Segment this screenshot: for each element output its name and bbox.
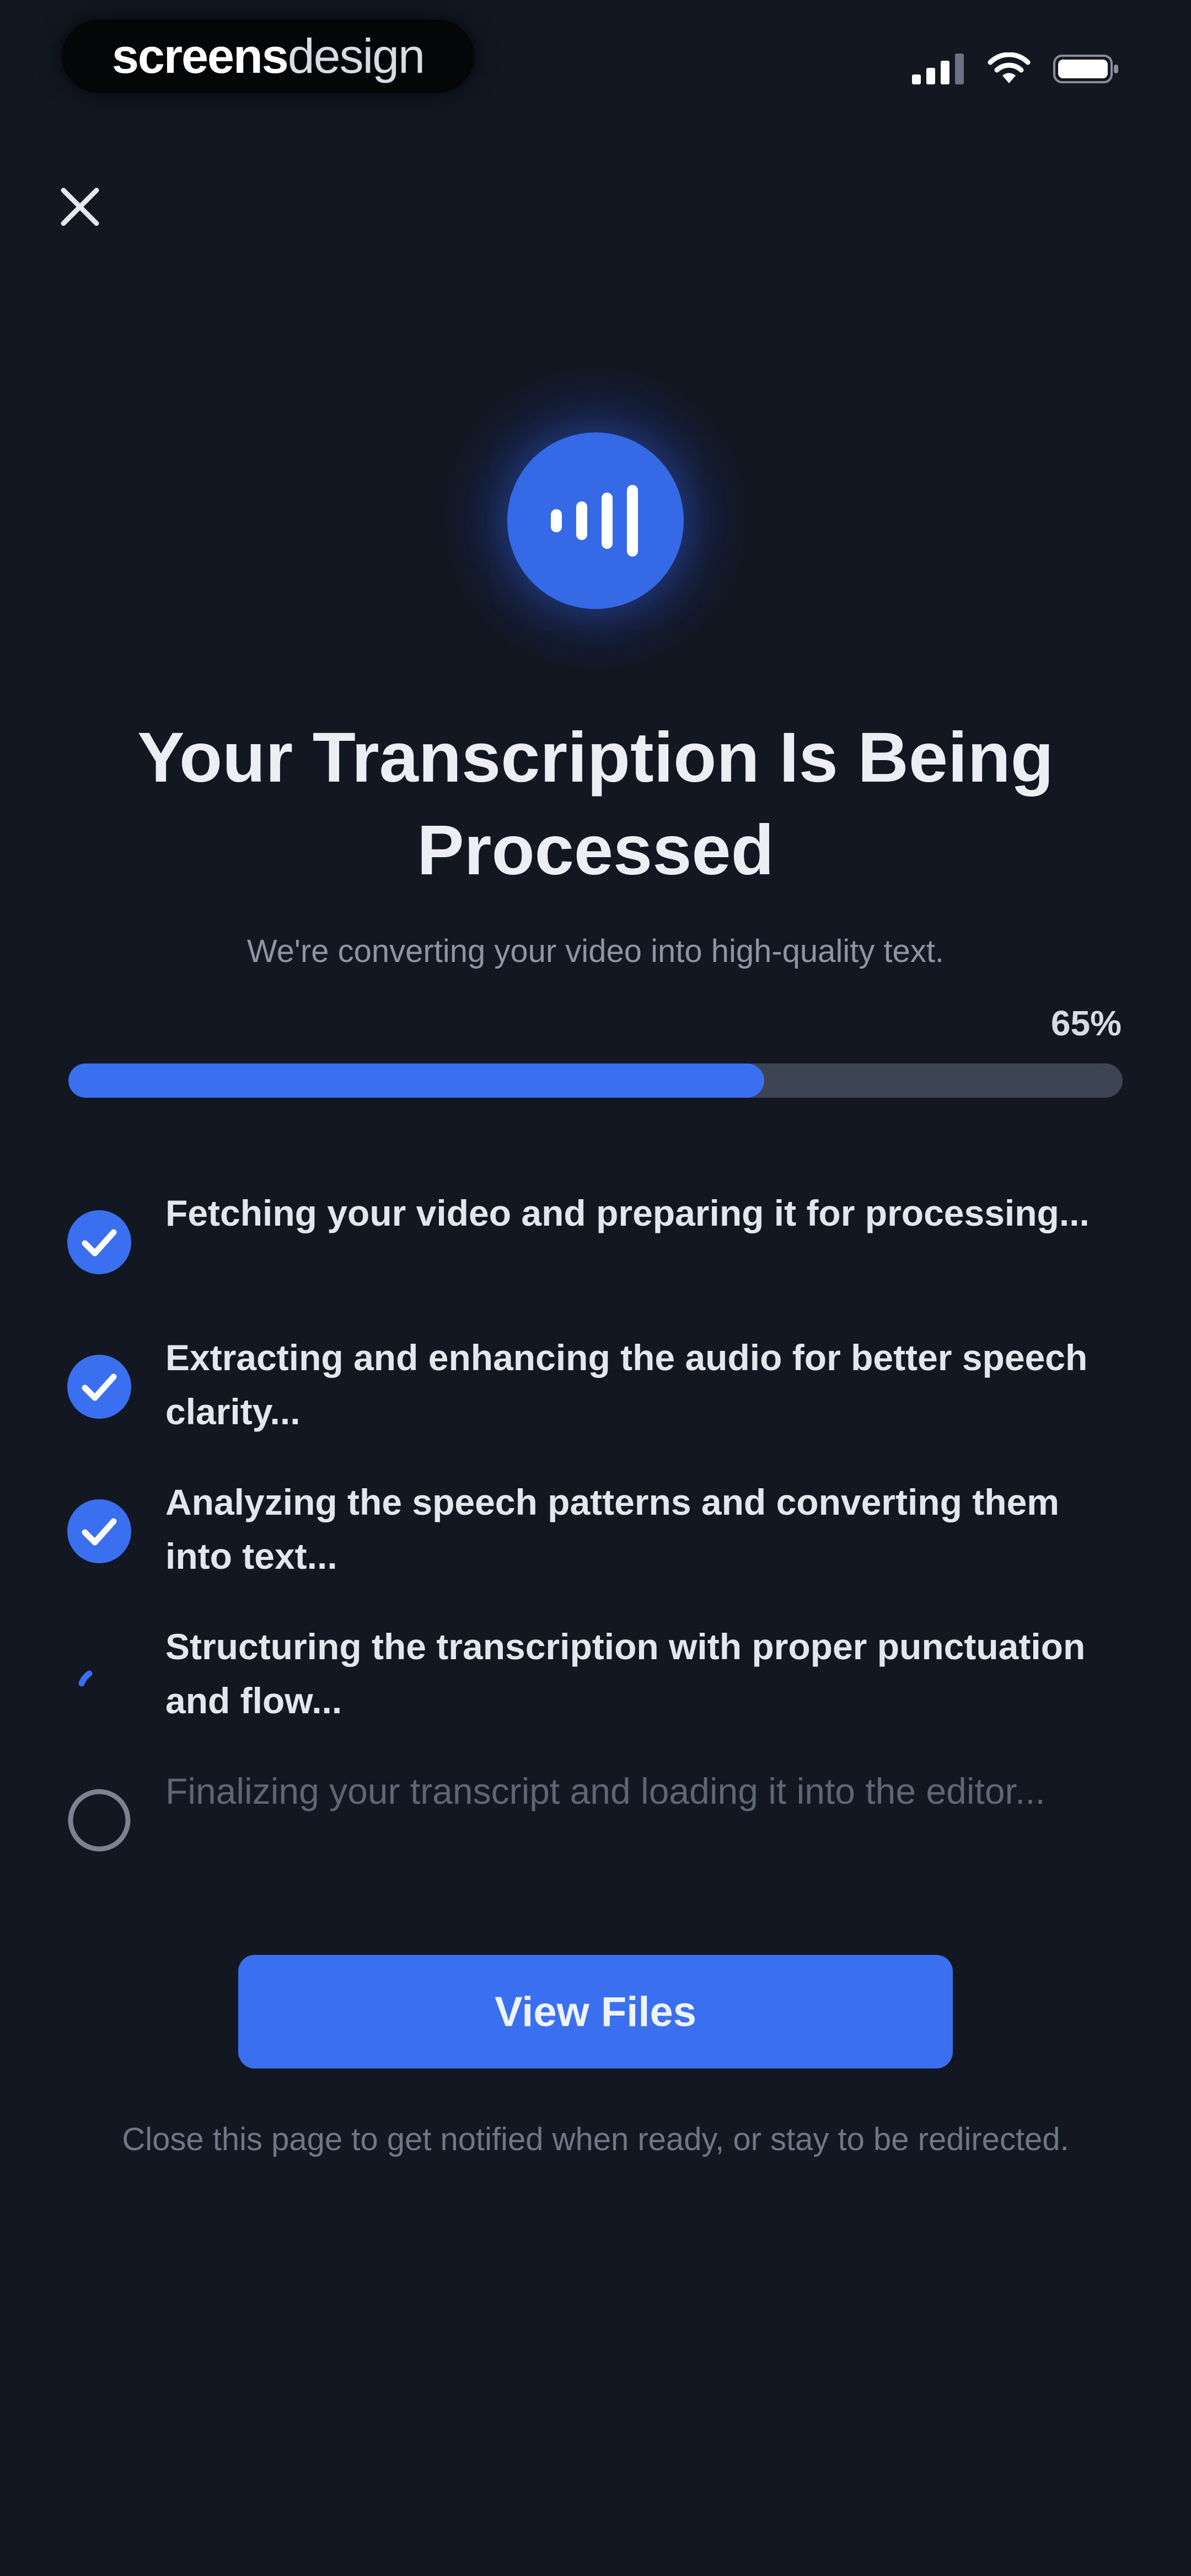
audio-waveform-icon <box>551 485 638 557</box>
battery-icon <box>1053 55 1118 83</box>
footnote-text: Close this page to get notified when rea… <box>122 2121 1069 2157</box>
loading-spinner-icon <box>78 1670 93 1687</box>
processing-steps-list: Fetching your video and preparing it for… <box>65 1186 1113 1909</box>
status-icons <box>912 50 1119 88</box>
step-item: Finalizing your transcript and loading i… <box>65 1764 1113 1909</box>
step-item: Extracting and enhancing the audio for b… <box>65 1330 1113 1475</box>
check-circle-icon <box>67 1499 131 1563</box>
close-button[interactable] <box>50 177 110 237</box>
cellular-signal-icon <box>912 54 964 84</box>
step-item: Fetching your video and preparing it for… <box>65 1186 1113 1330</box>
step-item: Analyzing the speech patterns and conver… <box>65 1475 1113 1620</box>
page-subtitle: We're converting your video into high-qu… <box>246 933 945 969</box>
brand-watermark: screens design <box>62 20 474 93</box>
status-bar: screens design <box>0 0 1191 127</box>
step-label: Finalizing your transcript and loading i… <box>165 1771 1045 1811</box>
hero-icon-circle <box>507 432 684 609</box>
step-status-icon <box>65 1497 133 1565</box>
check-circle-icon <box>67 1210 131 1274</box>
page-title: Your Transcription Is Being Processed <box>137 718 1054 890</box>
check-circle-icon <box>67 1355 131 1419</box>
brand-light-text: design <box>287 29 425 83</box>
progress-bar <box>68 1063 1123 1098</box>
view-files-button[interactable]: View Files <box>238 1955 953 2069</box>
close-icon <box>61 188 99 226</box>
step-label: Extracting and enhancing the audio for b… <box>165 1337 1088 1432</box>
step-item: Structuring the transcription with prope… <box>65 1620 1113 1764</box>
step-label: Analyzing the speech patterns and conver… <box>165 1482 1059 1576</box>
brand-bold-text: screens <box>111 29 289 83</box>
progress-percent: 65% <box>1050 1003 1122 1043</box>
step-label: Fetching your video and preparing it for… <box>165 1193 1090 1233</box>
step-status-icon <box>65 1353 133 1421</box>
step-status-icon <box>65 1208 133 1276</box>
empty-circle-icon <box>68 1789 131 1852</box>
wifi-icon <box>988 52 1031 83</box>
step-status-icon <box>65 1786 133 1854</box>
processing-screen: screens design Your Transcription Is Bei… <box>0 0 1191 2576</box>
progress-bar-fill <box>68 1063 764 1098</box>
step-label: Structuring the transcription with prope… <box>165 1626 1086 1721</box>
step-status-icon <box>65 1642 133 1710</box>
